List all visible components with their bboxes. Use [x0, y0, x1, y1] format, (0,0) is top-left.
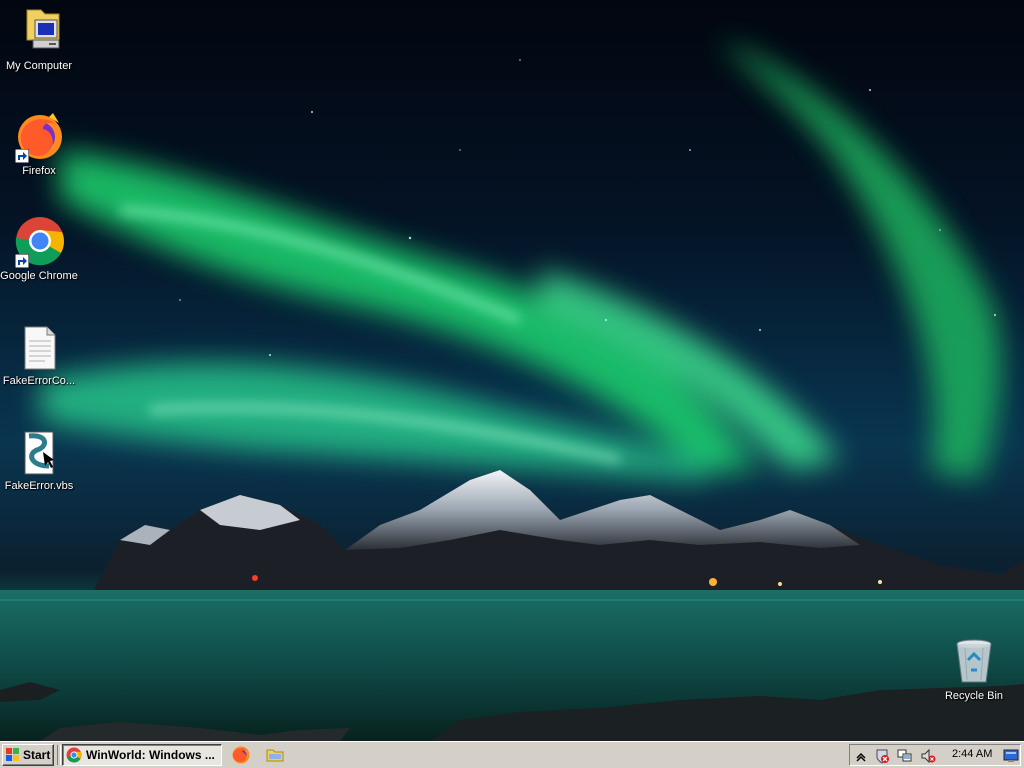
desktop-icon-label: Google Chrome — [0, 270, 78, 282]
start-button[interactable]: Start — [2, 744, 54, 766]
volume-muted-icon[interactable] — [920, 748, 936, 764]
desktop-icon-label: FakeError.vbs — [4, 480, 74, 492]
desktop-icon-recycle-bin[interactable]: Recycle Bin — [935, 636, 1013, 703]
my-computer-icon — [13, 6, 65, 58]
vbs-script-icon — [13, 426, 65, 478]
expand-tray-icon[interactable] — [853, 748, 869, 764]
desktop[interactable]: My Computer Firefox Google Chrome FakeEr… — [0, 0, 1024, 741]
shortcut-arrow-icon — [15, 149, 29, 163]
network-icon[interactable] — [897, 748, 913, 764]
firefox-icon — [13, 111, 65, 163]
aurora-wallpaper — [0, 40, 1024, 741]
chrome-icon — [66, 747, 82, 763]
security-alert-icon[interactable] — [874, 748, 890, 764]
recycle-bin-icon — [948, 636, 1000, 688]
desktop-icon-label: My Computer — [5, 60, 73, 72]
chrome-icon — [13, 216, 65, 268]
windows-logo-icon — [6, 748, 19, 761]
start-label: Start — [23, 748, 51, 762]
taskbar-button-label: WinWorld: Windows ... — [86, 748, 215, 762]
shortcut-arrow-icon — [15, 254, 29, 268]
desktop-icon-label: FakeErrorCo... — [2, 375, 76, 387]
system-tray: 2:44 AM — [849, 744, 1021, 766]
desktop-icon-google-chrome[interactable]: Google Chrome — [0, 216, 78, 283]
taskbar-button-winworld[interactable]: WinWorld: Windows ... — [62, 744, 222, 766]
clock[interactable]: 2:44 AM — [952, 748, 992, 760]
desktop-icon-firefox[interactable]: Firefox — [0, 111, 78, 178]
quick-launch-folder-icon[interactable] — [265, 745, 285, 765]
text-file-icon — [13, 321, 65, 373]
desktop-icon-label: Firefox — [22, 165, 56, 177]
desktop-icon-fake-error-text[interactable]: FakeErrorCo... — [0, 321, 78, 388]
desktop-icon[interactable] — [1003, 748, 1019, 764]
desktop-icon-fake-error-vbs[interactable]: FakeError.vbs — [0, 426, 78, 493]
taskbar: Start WinWorld: Windows ... 2:44 AM — [0, 741, 1024, 768]
quick-launch-firefox-icon[interactable] — [231, 745, 251, 765]
desktop-icon-label: Recycle Bin — [944, 690, 1004, 702]
taskbar-separator — [57, 745, 61, 765]
desktop-icon-my-computer[interactable]: My Computer — [0, 6, 78, 73]
